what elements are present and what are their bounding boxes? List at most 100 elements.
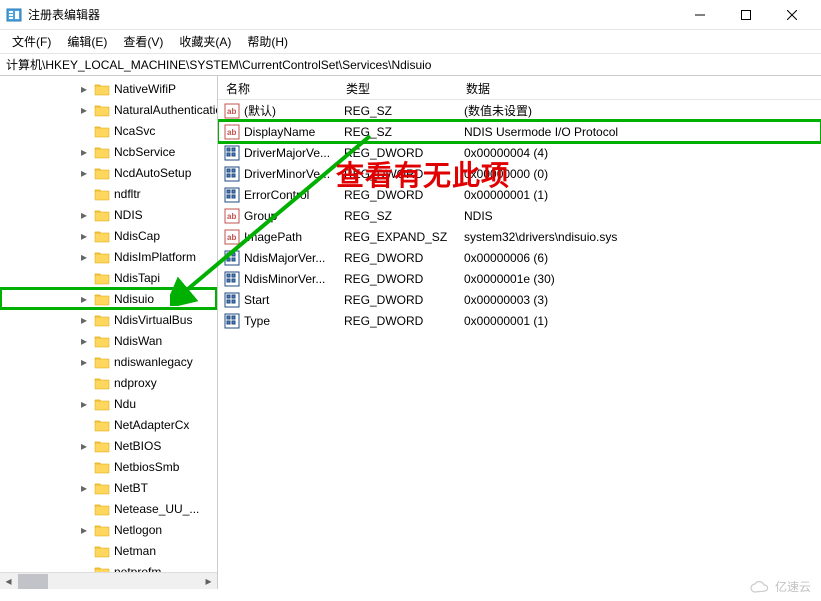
list-row[interactable]: abGroupREG_SZNDIS <box>218 205 821 226</box>
tree-item[interactable]: ▸NcdAutoSetup <box>0 162 217 183</box>
menu-view[interactable]: 查看(V) <box>115 30 171 53</box>
tree-item[interactable]: ▸ NdisCap <box>0 225 217 246</box>
tree-item[interactable]: ndproxy <box>0 372 217 393</box>
cell-type: REG_SZ <box>338 104 458 118</box>
menu-favorites[interactable]: 收藏夹(A) <box>171 30 239 53</box>
value-name: Start <box>244 293 269 307</box>
tree-item-label: NDIS <box>114 208 143 222</box>
column-header-type[interactable]: 类型 <box>338 76 458 99</box>
tree-item[interactable]: ▸ NdisWan <box>0 330 217 351</box>
tree-item[interactable]: ▸ NDIS <box>0 204 217 225</box>
tree-item[interactable]: ▸NdisImPlatform <box>0 246 217 267</box>
list-row[interactable]: abDisplayNameREG_SZNDIS Usermode I/O Pro… <box>218 121 821 142</box>
expander-icon[interactable]: ▸ <box>78 167 90 179</box>
list-pane[interactable]: 名称 类型 数据 ab(默认)REG_SZ(数值未设置)abDisplayNam… <box>218 76 821 589</box>
tree-item[interactable]: Netman <box>0 540 217 561</box>
tree-item[interactable]: NdisTapi <box>0 267 217 288</box>
tree-item[interactable]: ▸ NaturalAuthentication <box>0 99 217 120</box>
expander-icon[interactable]: ▸ <box>78 356 90 368</box>
tree-item[interactable]: ▸NetBIOS <box>0 435 217 456</box>
tree-item[interactable]: ▸ndiswanlegacy <box>0 351 217 372</box>
list-row[interactable]: ErrorControlREG_DWORD0x00000001 (1) <box>218 184 821 205</box>
cell-name: ab (默认) <box>218 102 338 119</box>
tree-item-label: NetAdapterCx <box>114 418 189 432</box>
tree-item[interactable]: NetbiosSmb <box>0 456 217 477</box>
address-path: 计算机\HKEY_LOCAL_MACHINE\SYSTEM\CurrentCon… <box>6 56 431 73</box>
menu-edit[interactable]: 编辑(E) <box>59 30 115 53</box>
expander-icon[interactable]: ▸ <box>78 230 90 242</box>
expander-icon[interactable]: ▸ <box>78 335 90 347</box>
value-name: DisplayName <box>244 125 315 139</box>
list-row[interactable]: DriverMajorVe...REG_DWORD0x00000004 (4) <box>218 142 821 163</box>
menu-help[interactable]: 帮助(H) <box>239 30 296 53</box>
column-header-data[interactable]: 数据 <box>458 76 821 99</box>
expander-icon[interactable]: ▸ <box>78 440 90 452</box>
column-header-name[interactable]: 名称 <box>218 76 338 99</box>
list-row[interactable]: NdisMinorVer...REG_DWORD0x0000001e (30) <box>218 268 821 289</box>
tree-pane[interactable]: ▸NativeWifiP▸NaturalAuthenticationNcaSvc… <box>0 76 218 589</box>
tree-item-label: ndproxy <box>114 376 157 390</box>
cell-data: 0x00000000 (0) <box>458 167 821 181</box>
cell-data: 0x0000001e (30) <box>458 272 821 286</box>
scroll-left-icon[interactable]: ◂ <box>0 573 17 590</box>
expander-icon[interactable]: ▸ <box>78 524 90 536</box>
tree-item-label: NaturalAuthentication <box>114 103 217 117</box>
cell-data: system32\drivers\ndisuio.sys <box>458 230 821 244</box>
tree-item[interactable]: ▸NcbService <box>0 141 217 162</box>
list-row[interactable]: NdisMajorVer...REG_DWORD0x00000006 (6) <box>218 247 821 268</box>
svg-text:ab: ab <box>227 107 236 116</box>
tree-item-label: Netman <box>114 544 156 558</box>
tree-item[interactable]: Netease_UU_... <box>0 498 217 519</box>
cell-data: 0x00000004 (4) <box>458 146 821 160</box>
expander-icon[interactable]: ▸ <box>78 83 90 95</box>
cell-name: NdisMajorVer... <box>218 250 338 266</box>
list-row[interactable]: DriverMinorVe...REG_DWORD0x00000000 (0) <box>218 163 821 184</box>
tree-item[interactable]: ▸NdisVirtualBus <box>0 309 217 330</box>
cell-type: REG_SZ <box>338 209 458 223</box>
maximize-button[interactable] <box>723 0 769 30</box>
minimize-button[interactable] <box>677 0 723 30</box>
tree-item[interactable]: ▸ Ndisuio <box>0 288 217 309</box>
list-row[interactable]: abImagePathREG_EXPAND_SZsystem32\drivers… <box>218 226 821 247</box>
value-name: DriverMinorVe... <box>244 167 330 181</box>
tree-item[interactable]: NetAdapterCx <box>0 414 217 435</box>
menu-file[interactable]: 文件(F) <box>4 30 59 53</box>
tree-horizontal-scrollbar[interactable]: ◂ ▸ <box>0 572 217 589</box>
cell-name: DriverMinorVe... <box>218 166 338 182</box>
expander-icon[interactable]: ▸ <box>78 482 90 494</box>
cell-data: NDIS <box>458 209 821 223</box>
tree-item[interactable]: ▸NativeWifiP <box>0 78 217 99</box>
close-button[interactable] <box>769 0 815 30</box>
cell-data: (数值未设置) <box>458 102 821 119</box>
tree-item[interactable]: ▸Ndu <box>0 393 217 414</box>
expander-icon[interactable]: ▸ <box>78 293 90 305</box>
tree-item[interactable]: NcaSvc <box>0 120 217 141</box>
tree-item-label: NdisCap <box>114 229 160 243</box>
list-header: 名称 类型 数据 <box>218 76 821 100</box>
expander-icon[interactable]: ▸ <box>78 314 90 326</box>
cell-type: REG_DWORD <box>338 272 458 286</box>
list-row[interactable]: StartREG_DWORD0x00000003 (3) <box>218 289 821 310</box>
scroll-thumb[interactable] <box>18 574 48 589</box>
value-name: ErrorControl <box>244 188 309 202</box>
list-row[interactable]: ab (默认) REG_SZ(数值未设置) <box>218 100 821 121</box>
tree-item[interactable]: ▸Netlogon <box>0 519 217 540</box>
cell-type: REG_SZ <box>338 125 458 139</box>
expander-icon[interactable]: ▸ <box>78 209 90 221</box>
list-row[interactable]: TypeREG_DWORD0x00000001 (1) <box>218 310 821 331</box>
cell-name: NdisMinorVer... <box>218 271 338 287</box>
value-name: (默认) <box>244 102 276 119</box>
expander-icon[interactable]: ▸ <box>78 146 90 158</box>
scroll-right-icon[interactable]: ▸ <box>200 573 217 590</box>
tree-item[interactable]: ndfltr <box>0 183 217 204</box>
svg-text:ab: ab <box>227 212 236 221</box>
expander-icon[interactable]: ▸ <box>78 251 90 263</box>
cell-type: REG_DWORD <box>338 188 458 202</box>
expander-icon[interactable]: ▸ <box>78 104 90 116</box>
tree-item[interactable]: ▸NetBT <box>0 477 217 498</box>
value-name: Type <box>244 314 270 328</box>
address-bar[interactable]: 计算机\HKEY_LOCAL_MACHINE\SYSTEM\CurrentCon… <box>0 54 821 76</box>
tree-item-label: Ndisuio <box>114 292 154 306</box>
expander-icon[interactable]: ▸ <box>78 398 90 410</box>
tree-item-label: NdisWan <box>114 334 162 348</box>
